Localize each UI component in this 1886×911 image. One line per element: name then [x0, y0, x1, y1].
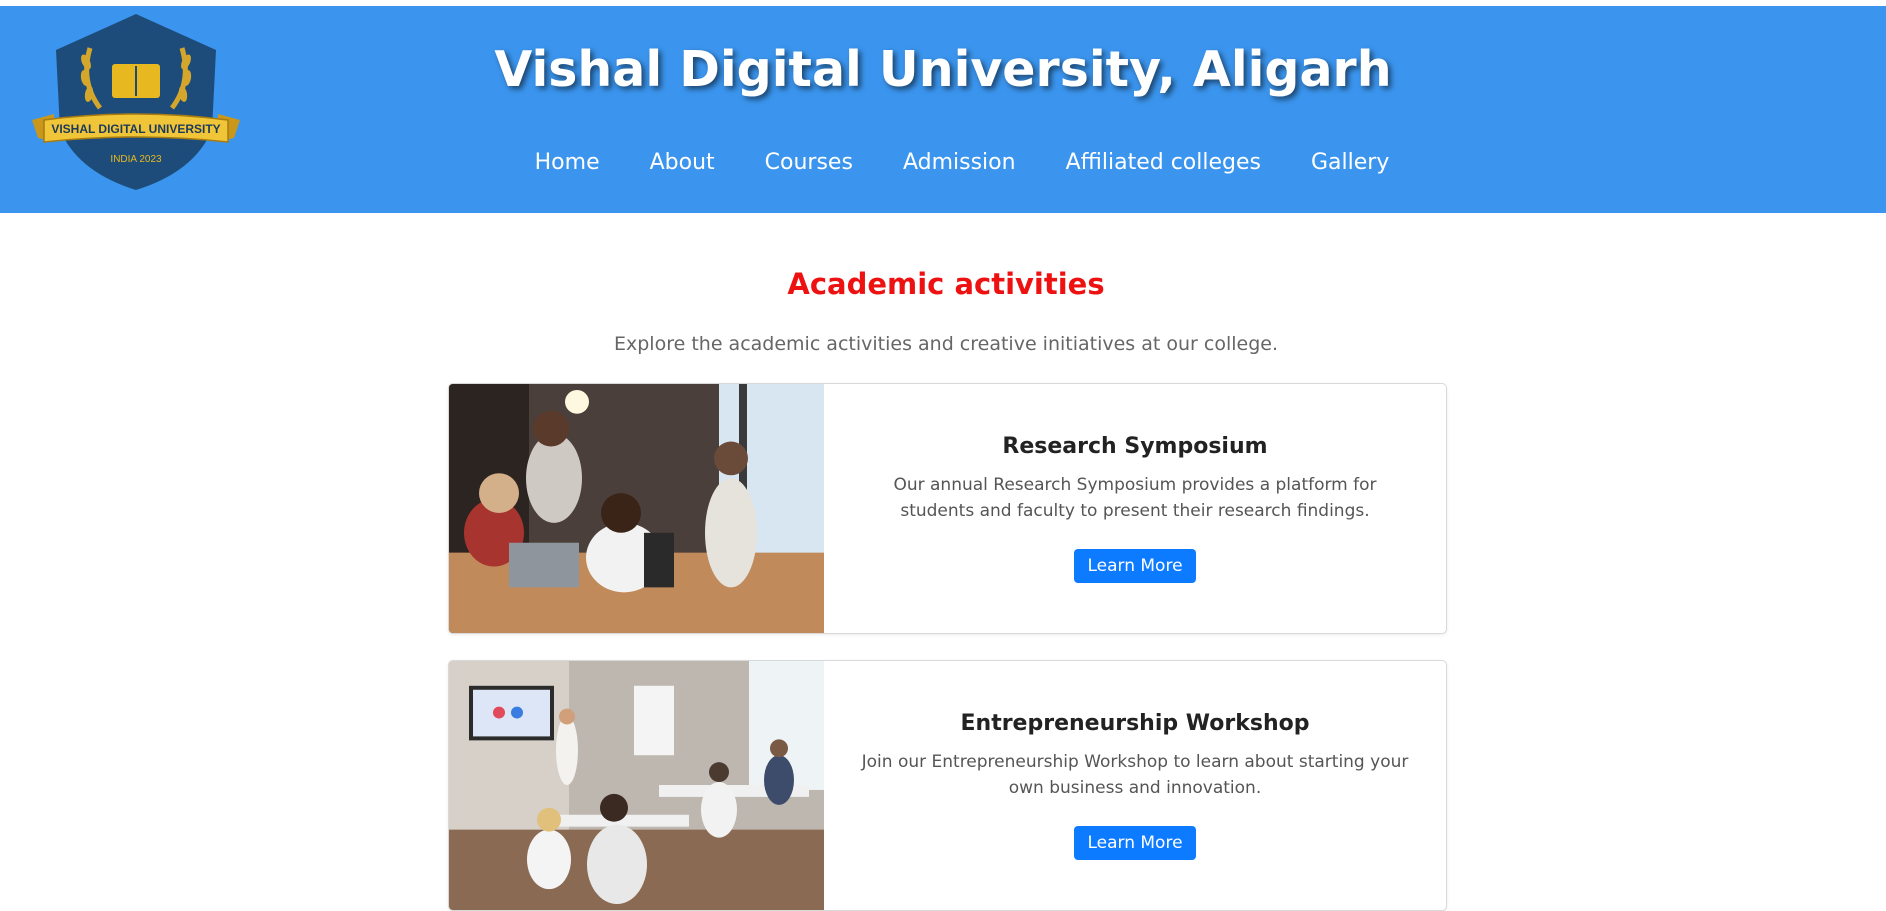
- section-subtitle: Explore the academic activities and crea…: [614, 333, 1278, 355]
- card-body: Research Symposium Our annual Research S…: [824, 384, 1446, 633]
- card-title: Entrepreneurship Workshop: [960, 711, 1310, 736]
- main-nav: Home About Courses Admission Affiliated …: [0, 148, 1886, 178]
- site-header: VISHAL DIGITAL UNIVERSITY INDIA 2023 Vis…: [0, 6, 1886, 213]
- learn-more-button[interactable]: Learn More: [1074, 826, 1196, 860]
- entrepreneurship-workshop-image: [449, 661, 824, 910]
- nav-gallery[interactable]: Gallery: [1311, 148, 1389, 178]
- nav-about[interactable]: About: [650, 148, 715, 178]
- nav-admission[interactable]: Admission: [903, 148, 1016, 178]
- nav-affiliated-colleges[interactable]: Affiliated colleges: [1066, 148, 1261, 178]
- activity-card: Entrepreneurship Workshop Join our Entre…: [448, 660, 1447, 911]
- research-symposium-image: [449, 384, 824, 633]
- nav-courses[interactable]: Courses: [765, 148, 853, 178]
- learn-more-button[interactable]: Learn More: [1074, 549, 1196, 583]
- card-body: Entrepreneurship Workshop Join our Entre…: [824, 661, 1446, 910]
- activity-card: Research Symposium Our annual Research S…: [448, 383, 1447, 634]
- nav-home[interactable]: Home: [535, 148, 600, 178]
- site-title: Vishal Digital University, Aligarh: [494, 41, 1392, 98]
- logo-banner-text: VISHAL DIGITAL UNIVERSITY: [51, 122, 220, 136]
- card-title: Research Symposium: [1002, 434, 1268, 459]
- card-text: Join our Entrepreneurship Workshop to le…: [861, 752, 1409, 798]
- section-title: Academic activities: [787, 267, 1105, 301]
- card-text: Our annual Research Symposium provides a…: [893, 475, 1377, 521]
